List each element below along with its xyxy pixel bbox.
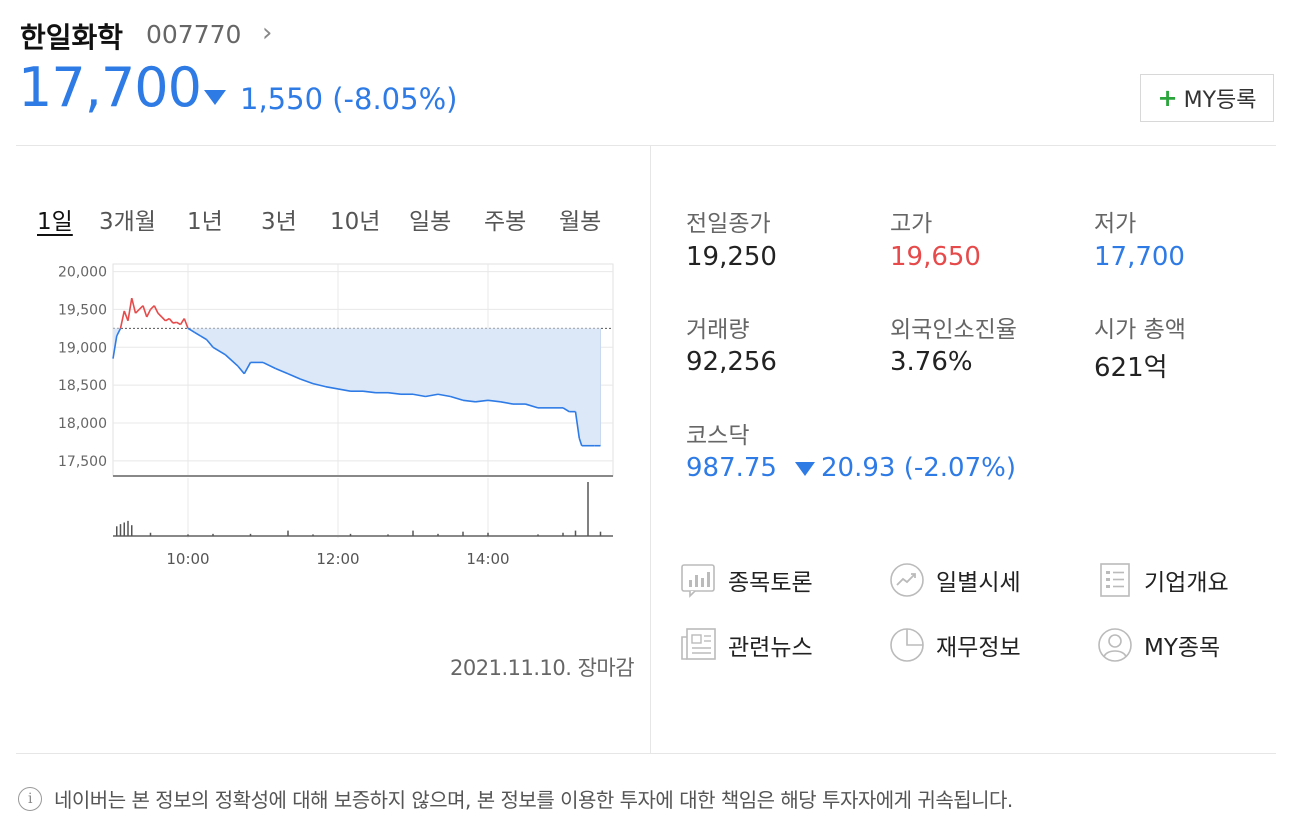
- y-tick-label: 18,500: [58, 378, 107, 394]
- prev-close-value: 19,250: [686, 242, 777, 272]
- high-label: 고가: [890, 211, 933, 237]
- price-line-segment: [157, 312, 163, 318]
- price-line-segment: [142, 305, 148, 318]
- foreign-ratio-value: 3.76%: [890, 347, 973, 377]
- menu-discussion[interactable]: 종목토론: [680, 562, 813, 598]
- price-line-segment: [130, 297, 137, 314]
- menu-discussion-label: 종목토론: [728, 570, 813, 596]
- trend-up-icon: [890, 563, 924, 597]
- prev-close-label: 전일종가: [686, 211, 771, 237]
- price-line-segment: [165, 317, 170, 322]
- panel-divider: [650, 146, 651, 753]
- y-tick-label: 17,500: [58, 454, 107, 470]
- my-register-label: MY등록: [1183, 88, 1257, 113]
- menu-my-stocks[interactable]: MY종목: [1096, 627, 1220, 663]
- x-tick-label: 10:00: [166, 550, 209, 568]
- menu-related-news-label: 관련뉴스: [728, 635, 813, 661]
- y-tick-label: 19,000: [58, 340, 107, 356]
- market-cap-value: 621억: [1094, 353, 1168, 383]
- disclaimer-text: 네이버는 본 정보의 정확성에 대해 보증하지 않으며, 본 정보를 이용한 투…: [54, 788, 1013, 812]
- price-line-segment: [179, 318, 185, 325]
- list-document-icon: [1100, 563, 1130, 597]
- foreign-ratio-label: 외국인소진율: [890, 317, 1017, 343]
- index-down-triangle-icon: [795, 462, 815, 476]
- volume-value: 92,256: [686, 347, 777, 377]
- price-line-segment: [134, 308, 140, 314]
- y-tick-label: 20,000: [58, 265, 107, 281]
- menu-daily-price-label: 일별시세: [936, 570, 1021, 596]
- price-line-segment: [119, 310, 126, 329]
- x-tick-label: 12:00: [316, 550, 359, 568]
- y-tick-label: 19,500: [58, 302, 107, 318]
- menu-related-news[interactable]: 관련뉴스: [680, 627, 813, 663]
- footer-divider: [16, 753, 1276, 754]
- menu-financial-info[interactable]: 재무정보: [888, 627, 1021, 663]
- menu-financial-info-label: 재무정보: [936, 635, 1021, 661]
- price-line-segment: [161, 316, 167, 322]
- info-icon: i: [18, 786, 42, 811]
- price-line-segment: [172, 321, 177, 324]
- intraday-price-chart: 20,000 19,500 19,000 18,500 18,000 17,500 10:0…: [58, 263, 614, 568]
- discussion-chart-icon: [681, 564, 715, 598]
- y-tick-label: 18,000: [58, 416, 107, 432]
- price-line-segment: [183, 318, 189, 329]
- newspaper-icon: [681, 628, 716, 660]
- user-profile-icon: [1098, 628, 1132, 662]
- x-tick-label: 14:00: [466, 550, 509, 568]
- menu-company-overview[interactable]: 기업개요: [1096, 562, 1229, 598]
- market-cap-label: 시가 총액: [1094, 317, 1186, 343]
- pie-chart-icon: [890, 628, 924, 662]
- market-close-date: 2021.11.10. 장마감: [450, 656, 635, 680]
- low-value: 17,700: [1094, 242, 1185, 272]
- low-label: 저가: [1094, 211, 1137, 237]
- plus-icon: +: [1157, 84, 1178, 112]
- index-change: 20.93 (-2.07%): [821, 453, 1016, 483]
- price-line-segment: [176, 321, 181, 326]
- menu-company-overview-label: 기업개요: [1144, 570, 1229, 596]
- price-line-segment: [146, 309, 152, 318]
- menu-my-stocks-label: MY종목: [1144, 635, 1221, 661]
- high-value: 19,650: [890, 242, 981, 272]
- price-line-segment: [168, 318, 174, 324]
- below-reference-fill: [113, 328, 601, 446]
- index-value: 987.75: [686, 453, 777, 483]
- disclaimer: i 네이버는 본 정보의 정확성에 대해 보증하지 않으며, 본 정보를 이용한…: [18, 784, 1013, 813]
- index-label: 코스닥: [686, 423, 750, 449]
- menu-daily-price[interactable]: 일별시세: [888, 562, 1021, 598]
- my-register-button[interactable]: + MY등록: [1140, 74, 1274, 122]
- volume-label: 거래량: [686, 317, 750, 343]
